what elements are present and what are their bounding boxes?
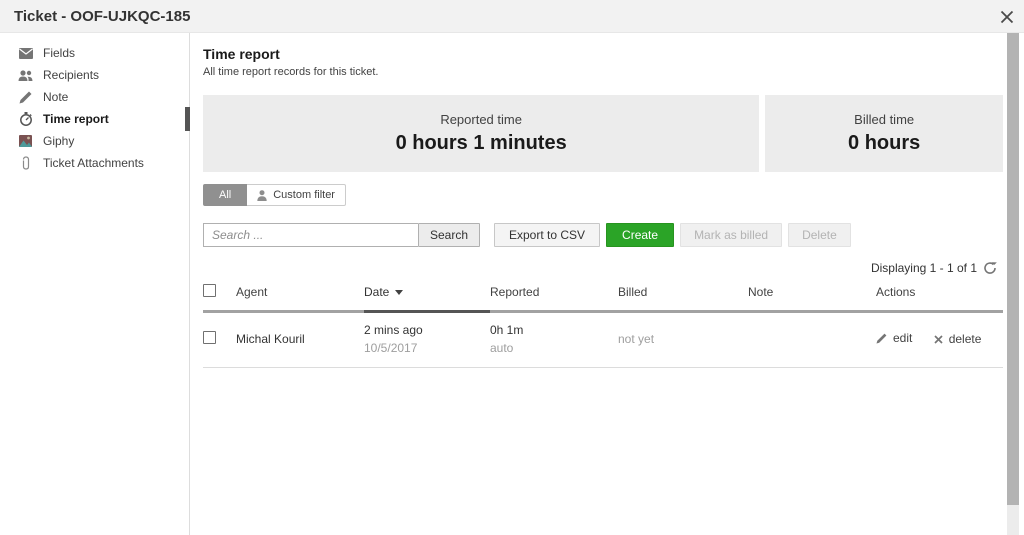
export-csv-button[interactable]: Export to CSV	[494, 223, 600, 247]
column-header-agent[interactable]: Agent	[236, 278, 364, 312]
actions-cell: edit delete	[876, 312, 1003, 368]
billed-time-value: 0 hours	[848, 132, 920, 155]
delete-link-label: delete	[949, 332, 982, 346]
billed-time-label: Billed time	[854, 112, 914, 127]
sidebar-item-fields[interactable]: Fields	[0, 42, 189, 64]
refresh-icon[interactable]	[983, 261, 997, 275]
note-cell	[748, 312, 876, 368]
reported-time-box: Reported time 0 hours 1 minutes	[203, 95, 759, 172]
sidebar-item-label: Recipients	[43, 68, 99, 82]
reported-time-label: Reported time	[440, 112, 522, 127]
column-header-note[interactable]: Note	[748, 278, 876, 312]
date-absolute: 10/5/2017	[364, 341, 490, 355]
status-row: Displaying 1 - 1 of 1	[203, 261, 1003, 275]
table-header-row: Agent Date Reported Billed Note Actions	[203, 278, 1003, 312]
column-header-billed[interactable]: Billed	[618, 278, 748, 312]
sidebar-item-label: Time report	[43, 112, 109, 126]
billed-cell: not yet	[618, 312, 748, 368]
sidebar-item-label: Ticket Attachments	[43, 156, 144, 170]
close-button[interactable]	[996, 6, 1018, 28]
mark-as-billed-button[interactable]: Mark as billed	[680, 223, 782, 247]
sidebar-item-label: Giphy	[43, 134, 74, 148]
pencil-icon	[18, 90, 33, 105]
page-title: Time report	[203, 46, 1003, 62]
displaying-count: Displaying 1 - 1 of 1	[871, 261, 977, 275]
vertical-scrollbar	[1007, 33, 1019, 535]
toolbar: Search Export to CSV Create Mark as bill…	[203, 223, 1003, 247]
sidebar: Fields Recipients Note Time report Giphy	[0, 33, 190, 535]
reported-mode: auto	[490, 341, 618, 355]
billed-time-box: Billed time 0 hours	[765, 95, 1003, 172]
table-row: Michal Kouril 2 mins ago 10/5/2017 0h 1m…	[203, 312, 1003, 368]
reported-duration: 0h 1m	[490, 323, 618, 337]
close-icon	[1000, 10, 1014, 24]
filter-tab-all[interactable]: All	[203, 184, 247, 206]
delete-x-icon	[934, 335, 943, 344]
sidebar-item-label: Note	[43, 90, 68, 104]
delete-button[interactable]: Delete	[788, 223, 851, 247]
create-button[interactable]: Create	[606, 223, 674, 247]
filter-tabs: All Custom filter	[203, 184, 1003, 206]
date-relative: 2 mins ago	[364, 323, 490, 337]
agent-cell: Michal Kouril	[236, 312, 364, 368]
select-all-checkbox-cell	[203, 278, 236, 312]
reported-time-value: 0 hours 1 minutes	[396, 132, 567, 155]
envelope-icon	[18, 46, 33, 61]
sidebar-item-time-report[interactable]: Time report	[0, 108, 189, 130]
ticket-modal: Ticket - OOF-UJKQC-185 Fields Recipients…	[0, 0, 1024, 535]
filter-tab-custom[interactable]: Custom filter	[247, 184, 346, 206]
image-icon	[18, 134, 33, 149]
select-all-checkbox[interactable]	[203, 284, 216, 297]
date-cell: 2 mins ago 10/5/2017	[364, 312, 490, 368]
sidebar-item-giphy[interactable]: Giphy	[0, 130, 189, 152]
scrollbar-thumb[interactable]	[1007, 33, 1019, 505]
time-report-panel: Time report All time report records for …	[191, 33, 1006, 535]
filter-tab-custom-label: Custom filter	[273, 189, 335, 201]
stopwatch-icon	[18, 112, 33, 127]
paperclip-icon	[18, 156, 33, 171]
time-report-table: Agent Date Reported Billed Note Actions …	[203, 278, 1003, 368]
people-icon	[18, 68, 33, 83]
column-header-date[interactable]: Date	[364, 278, 490, 312]
column-header-actions: Actions	[876, 278, 1003, 312]
column-header-reported[interactable]: Reported	[490, 278, 618, 312]
sort-desc-icon	[395, 290, 403, 295]
edit-link[interactable]: edit	[876, 331, 912, 345]
summary-row: Reported time 0 hours 1 minutes Billed t…	[203, 95, 1003, 172]
modal-titlebar: Ticket - OOF-UJKQC-185	[0, 0, 1024, 33]
sidebar-item-recipients[interactable]: Recipients	[0, 64, 189, 86]
modal-title: Ticket - OOF-UJKQC-185	[14, 8, 190, 25]
delete-link[interactable]: delete	[934, 332, 982, 346]
search-input[interactable]	[203, 223, 418, 247]
person-icon	[257, 190, 267, 201]
sidebar-item-note[interactable]: Note	[0, 86, 189, 108]
edit-pencil-icon	[876, 333, 887, 344]
sidebar-item-label: Fields	[43, 46, 75, 60]
page-subtitle: All time report records for this ticket.	[203, 66, 1003, 78]
search-button[interactable]: Search	[418, 223, 480, 247]
edit-link-label: edit	[893, 331, 912, 345]
row-checkbox[interactable]	[203, 331, 216, 344]
reported-cell: 0h 1m auto	[490, 312, 618, 368]
sidebar-item-ticket-attachments[interactable]: Ticket Attachments	[0, 152, 189, 174]
row-checkbox-cell	[203, 312, 236, 368]
